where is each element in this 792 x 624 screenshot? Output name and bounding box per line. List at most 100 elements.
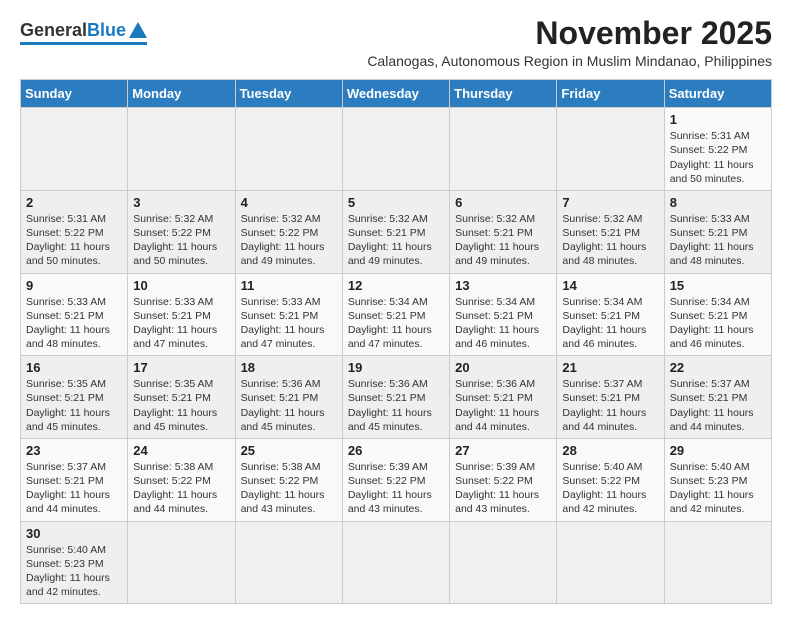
calendar-cell: 27 Sunrise: 5:39 AM Sunset: 5:22 PM Dayli… (450, 438, 557, 521)
calendar-cell (235, 108, 342, 191)
calendar-cell: 3 Sunrise: 5:32 AM Sunset: 5:22 PM Daylig… (128, 190, 235, 273)
weekday-header-thursday: Thursday (450, 80, 557, 108)
calendar-week-row-6: 30 Sunrise: 5:40 AM Sunset: 5:23 PM Dayli… (21, 521, 772, 604)
calendar-cell (235, 521, 342, 604)
calendar-cell: 5 Sunrise: 5:32 AM Sunset: 5:21 PM Daylig… (342, 190, 449, 273)
day-info: Sunrise: 5:39 AM Sunset: 5:22 PM Dayligh… (455, 460, 551, 517)
calendar-week-row-1: 1Sunrise: 5:31 AM Sunset: 5:22 PM Daylig… (21, 108, 772, 191)
calendar-cell: 10Sunrise: 5:33 AM Sunset: 5:21 PM Dayli… (128, 273, 235, 356)
day-number: 22 (670, 360, 766, 375)
weekday-header-wednesday: Wednesday (342, 80, 449, 108)
calendar-cell (342, 521, 449, 604)
logo-triangle-icon (129, 22, 147, 38)
calendar-week-row-4: 16Sunrise: 5:35 AM Sunset: 5:21 PM Dayli… (21, 356, 772, 439)
day-info: Sunrise: 5:34 AM Sunset: 5:21 PM Dayligh… (348, 295, 444, 352)
calendar-cell: 18 Sunrise: 5:36 AM Sunset: 5:21 PM Dayli… (235, 356, 342, 439)
day-info: Sunrise: 5:38 AM Sunset: 5:22 PM Dayligh… (133, 460, 229, 517)
logo-blue-text: Blue (87, 20, 126, 41)
day-info: Sunrise: 5:37 AM Sunset: 5:21 PM Dayligh… (670, 377, 766, 434)
calendar-cell: 14 Sunrise: 5:34 AM Sunset: 5:21 PM Dayli… (557, 273, 664, 356)
day-info: Sunrise: 5:40 AM Sunset: 5:22 PM Dayligh… (562, 460, 658, 517)
calendar-table: SundayMondayTuesdayWednesdayThursdayFrid… (20, 79, 772, 604)
day-number: 4 (241, 195, 337, 210)
day-number: 2 (26, 195, 122, 210)
day-number: 8 (670, 195, 766, 210)
day-info: Sunrise: 5:34 AM Sunset: 5:21 PM Dayligh… (670, 295, 766, 352)
page-header: General Blue November 2025 Calanogas, Au… (20, 16, 772, 69)
weekday-header-friday: Friday (557, 80, 664, 108)
calendar-cell: 25Sunrise: 5:38 AM Sunset: 5:22 PM Dayli… (235, 438, 342, 521)
day-info: Sunrise: 5:37 AM Sunset: 5:21 PM Dayligh… (26, 460, 122, 517)
day-number: 20 (455, 360, 551, 375)
day-number: 29 (670, 443, 766, 458)
logo: General Blue (20, 20, 147, 45)
location-subtitle: Calanogas, Autonomous Region in Muslim M… (167, 53, 772, 69)
calendar-cell: 22 Sunrise: 5:37 AM Sunset: 5:21 PM Dayli… (664, 356, 771, 439)
day-info: Sunrise: 5:36 AM Sunset: 5:21 PM Dayligh… (455, 377, 551, 434)
calendar-cell: 30 Sunrise: 5:40 AM Sunset: 5:23 PM Dayli… (21, 521, 128, 604)
day-info: Sunrise: 5:33 AM Sunset: 5:21 PM Dayligh… (26, 295, 122, 352)
calendar-cell: 15 Sunrise: 5:34 AM Sunset: 5:21 PM Dayli… (664, 273, 771, 356)
day-info: Sunrise: 5:36 AM Sunset: 5:21 PM Dayligh… (241, 377, 337, 434)
calendar-cell: 19Sunrise: 5:36 AM Sunset: 5:21 PM Dayli… (342, 356, 449, 439)
calendar-week-row-3: 9Sunrise: 5:33 AM Sunset: 5:21 PM Daylig… (21, 273, 772, 356)
day-number: 7 (562, 195, 658, 210)
day-number: 15 (670, 278, 766, 293)
day-info: Sunrise: 5:37 AM Sunset: 5:21 PM Dayligh… (562, 377, 658, 434)
day-info: Sunrise: 5:35 AM Sunset: 5:21 PM Dayligh… (26, 377, 122, 434)
calendar-cell: 23 Sunrise: 5:37 AM Sunset: 5:21 PM Dayli… (21, 438, 128, 521)
calendar-cell: 12Sunrise: 5:34 AM Sunset: 5:21 PM Dayli… (342, 273, 449, 356)
day-number: 30 (26, 526, 122, 541)
day-info: Sunrise: 5:36 AM Sunset: 5:21 PM Dayligh… (348, 377, 444, 434)
calendar-cell (128, 521, 235, 604)
day-number: 23 (26, 443, 122, 458)
day-info: Sunrise: 5:33 AM Sunset: 5:21 PM Dayligh… (670, 212, 766, 269)
calendar-cell: 1Sunrise: 5:31 AM Sunset: 5:22 PM Daylig… (664, 108, 771, 191)
logo-general-text: General (20, 20, 87, 41)
weekday-header-monday: Monday (128, 80, 235, 108)
day-number: 11 (241, 278, 337, 293)
day-number: 14 (562, 278, 658, 293)
day-info: Sunrise: 5:32 AM Sunset: 5:21 PM Dayligh… (348, 212, 444, 269)
day-info: Sunrise: 5:39 AM Sunset: 5:22 PM Dayligh… (348, 460, 444, 517)
day-info: Sunrise: 5:34 AM Sunset: 5:21 PM Dayligh… (455, 295, 551, 352)
calendar-cell (342, 108, 449, 191)
weekday-header-tuesday: Tuesday (235, 80, 342, 108)
day-number: 18 (241, 360, 337, 375)
calendar-cell: 7 Sunrise: 5:32 AM Sunset: 5:21 PM Daylig… (557, 190, 664, 273)
calendar-cell: 4 Sunrise: 5:32 AM Sunset: 5:22 PM Daylig… (235, 190, 342, 273)
day-info: Sunrise: 5:33 AM Sunset: 5:21 PM Dayligh… (133, 295, 229, 352)
calendar-cell: 9Sunrise: 5:33 AM Sunset: 5:21 PM Daylig… (21, 273, 128, 356)
calendar-cell: 29 Sunrise: 5:40 AM Sunset: 5:23 PM Dayli… (664, 438, 771, 521)
calendar-cell: 20 Sunrise: 5:36 AM Sunset: 5:21 PM Dayli… (450, 356, 557, 439)
day-number: 28 (562, 443, 658, 458)
day-number: 27 (455, 443, 551, 458)
calendar-cell: 13 Sunrise: 5:34 AM Sunset: 5:21 PM Dayli… (450, 273, 557, 356)
day-info: Sunrise: 5:32 AM Sunset: 5:21 PM Dayligh… (562, 212, 658, 269)
calendar-cell (557, 521, 664, 604)
day-info: Sunrise: 5:40 AM Sunset: 5:23 PM Dayligh… (26, 543, 122, 600)
day-number: 26 (348, 443, 444, 458)
calendar-cell: 8 Sunrise: 5:33 AM Sunset: 5:21 PM Daylig… (664, 190, 771, 273)
day-info: Sunrise: 5:40 AM Sunset: 5:23 PM Dayligh… (670, 460, 766, 517)
day-number: 5 (348, 195, 444, 210)
day-number: 1 (670, 112, 766, 127)
day-info: Sunrise: 5:35 AM Sunset: 5:21 PM Dayligh… (133, 377, 229, 434)
day-info: Sunrise: 5:32 AM Sunset: 5:22 PM Dayligh… (133, 212, 229, 269)
logo-underline (20, 42, 147, 45)
day-info: Sunrise: 5:32 AM Sunset: 5:21 PM Dayligh… (455, 212, 551, 269)
calendar-cell (450, 521, 557, 604)
calendar-cell: 16Sunrise: 5:35 AM Sunset: 5:21 PM Dayli… (21, 356, 128, 439)
calendar-cell (450, 108, 557, 191)
day-number: 13 (455, 278, 551, 293)
calendar-cell: 21Sunrise: 5:37 AM Sunset: 5:21 PM Dayli… (557, 356, 664, 439)
calendar-cell: 6Sunrise: 5:32 AM Sunset: 5:21 PM Daylig… (450, 190, 557, 273)
day-number: 3 (133, 195, 229, 210)
day-info: Sunrise: 5:34 AM Sunset: 5:21 PM Dayligh… (562, 295, 658, 352)
calendar-cell: 26 Sunrise: 5:39 AM Sunset: 5:22 PM Dayli… (342, 438, 449, 521)
day-number: 24 (133, 443, 229, 458)
day-info: Sunrise: 5:31 AM Sunset: 5:22 PM Dayligh… (26, 212, 122, 269)
weekday-header-saturday: Saturday (664, 80, 771, 108)
day-info: Sunrise: 5:32 AM Sunset: 5:22 PM Dayligh… (241, 212, 337, 269)
day-info: Sunrise: 5:38 AM Sunset: 5:22 PM Dayligh… (241, 460, 337, 517)
